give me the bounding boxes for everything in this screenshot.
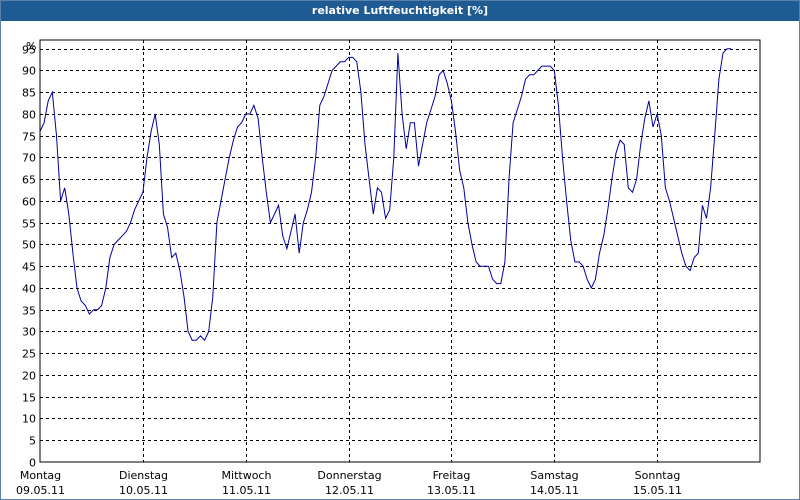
y-tick-label: 55 [22, 218, 36, 231]
x-tick-day: Freitag [433, 469, 471, 482]
y-tick-label: 85 [22, 87, 36, 100]
x-tick-day: Sonntag [635, 469, 681, 482]
y-tick-label: 5 [29, 435, 36, 448]
x-tick-date: 14.05.11 [530, 484, 579, 497]
y-tick-label: 70 [22, 152, 36, 165]
y-tick-label: 75 [22, 131, 36, 144]
y-tick-label: 60 [22, 196, 36, 209]
x-tick-day: Montag [20, 469, 61, 482]
y-tick-label: 90 [22, 65, 36, 78]
y-tick-label: 65 [22, 174, 36, 187]
y-tick-label: 30 [22, 326, 36, 339]
x-tick-day: Samstag [530, 469, 578, 482]
y-tick-label: 80 [22, 109, 36, 122]
y-axis-unit-label: % [26, 40, 36, 53]
y-tick-label: 15 [22, 392, 36, 405]
humidity-chart: 05101520253035404550556065707580859095 %… [16, 39, 761, 497]
x-tick-day: Donnerstag [317, 469, 381, 482]
x-tick-day: Mittwoch [222, 469, 272, 482]
plot-area [39, 39, 761, 463]
x-tick-date: 11.05.11 [222, 484, 271, 497]
x-axis-labels: Montag 09.05.11 Dienstag 10.05.11 Mittwoch 11… [16, 469, 682, 497]
y-tick-label: 0 [29, 457, 36, 470]
y-tick-label: 45 [22, 261, 36, 274]
x-tick-date: 13.05.11 [427, 484, 476, 497]
y-tick-label: 35 [22, 305, 36, 318]
y-tick-label: 25 [22, 348, 36, 361]
y-tick-label: 10 [22, 413, 36, 426]
y-tick-label: 50 [22, 239, 36, 252]
x-tick-date: 10.05.11 [119, 484, 168, 497]
y-axis-ticks: 05101520253035404550556065707580859095 [22, 44, 36, 470]
x-tick-date: 15.05.11 [633, 484, 682, 497]
x-tick-day: Dienstag [119, 469, 168, 482]
x-tick-date: 09.05.11 [16, 484, 65, 497]
y-tick-label: 40 [22, 283, 36, 296]
y-tick-label: 20 [22, 370, 36, 383]
x-tick-date: 12.05.11 [325, 484, 374, 497]
